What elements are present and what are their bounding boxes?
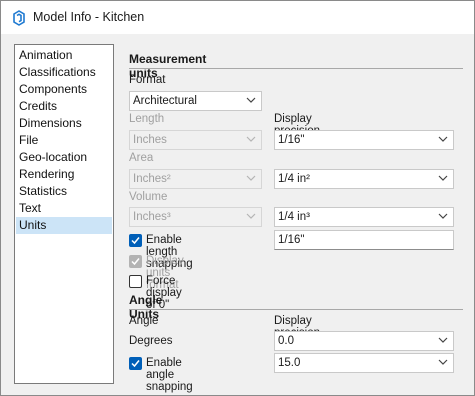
checkmark-icon	[131, 360, 140, 368]
volume-unit-value: Inches³	[133, 211, 171, 223]
sketchup-icon	[11, 10, 27, 26]
angle-precision-dropdown[interactable]: 0.0	[274, 331, 454, 351]
format-value: Architectural	[133, 95, 197, 107]
volume-unit-dropdown: Inches³	[129, 207, 262, 227]
chevron-down-icon	[246, 136, 256, 142]
length-label: Length	[129, 113, 165, 125]
category-list[interactable]: Animation Classifications Components Cre…	[14, 44, 114, 384]
length-precision-value: 1/16"	[278, 134, 305, 146]
area-unit-dropdown: Inches²	[129, 169, 262, 189]
sidebar-item-rendering[interactable]: Rendering	[16, 166, 112, 183]
angle-unit-value: Degrees	[129, 335, 173, 347]
angle-snapping-checkbox[interactable]	[129, 357, 142, 370]
section-divider	[129, 68, 463, 69]
title-bar: Model Info - Kitchen	[1, 1, 474, 34]
length-unit-value: Inches	[133, 134, 167, 146]
chevron-down-icon	[246, 175, 256, 181]
sidebar-item-statistics[interactable]: Statistics	[16, 183, 112, 200]
sidebar-item-text[interactable]: Text	[16, 200, 112, 217]
chevron-down-icon	[438, 213, 448, 219]
checkmark-icon	[131, 237, 140, 245]
sidebar-item-classifications[interactable]: Classifications	[16, 64, 112, 81]
section-divider	[129, 309, 463, 310]
length-snapping-checkbox[interactable]	[129, 234, 142, 247]
sidebar-item-credits[interactable]: Credits	[16, 98, 112, 115]
sidebar-item-geo-location[interactable]: Geo-location	[16, 149, 112, 166]
chevron-down-icon	[246, 97, 256, 103]
sidebar-item-file[interactable]: File	[16, 132, 112, 149]
area-label: Area	[129, 152, 154, 164]
length-unit-dropdown: Inches	[129, 130, 262, 150]
angle-snapping-value: 15.0	[278, 357, 301, 369]
format-label: Format	[129, 74, 166, 86]
length-precision-dropdown[interactable]: 1/16"	[274, 130, 454, 150]
sidebar-item-units[interactable]: Units	[16, 217, 112, 234]
volume-precision-dropdown[interactable]: 1/4 in³	[274, 207, 454, 227]
angle-snapping-label[interactable]: Enable angle snapping	[146, 357, 193, 393]
volume-label: Volume	[129, 191, 168, 203]
chevron-down-icon	[438, 337, 448, 343]
angle-label: Angle	[129, 315, 159, 327]
display-units-format-checkbox	[129, 255, 142, 268]
angle-snapping-dropdown[interactable]: 15.0	[274, 353, 454, 373]
sidebar-item-components[interactable]: Components	[16, 81, 112, 98]
chevron-down-icon	[246, 213, 256, 219]
force-display-zero-checkbox[interactable]	[129, 275, 142, 288]
window-title: Model Info - Kitchen	[33, 10, 145, 24]
checkmark-icon	[131, 258, 140, 266]
format-dropdown[interactable]: Architectural	[129, 91, 262, 111]
volume-precision-value: 1/4 in³	[278, 211, 310, 223]
model-info-window: Model Info - Kitchen Animation Classific…	[0, 0, 475, 396]
area-precision-value: 1/4 in²	[278, 173, 310, 185]
chevron-down-icon	[438, 359, 448, 365]
area-unit-value: Inches²	[133, 173, 171, 185]
sidebar-item-animation[interactable]: Animation	[16, 47, 112, 64]
chevron-down-icon	[438, 136, 448, 142]
length-snapping-input[interactable]: 1/16"	[274, 230, 454, 250]
area-precision-dropdown[interactable]: 1/4 in²	[274, 169, 454, 189]
sidebar-item-dimensions[interactable]: Dimensions	[16, 115, 112, 132]
angle-precision-value: 0.0	[278, 335, 294, 347]
chevron-down-icon	[438, 175, 448, 181]
